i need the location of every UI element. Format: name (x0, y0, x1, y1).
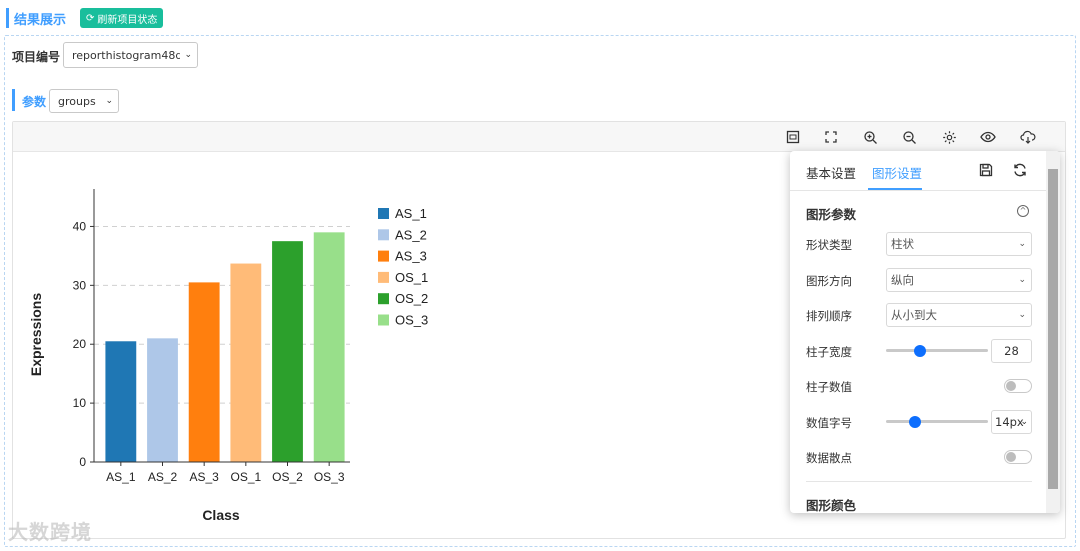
params-select[interactable]: groups ⌄ (49, 89, 119, 113)
project-label: 项目编号 (12, 50, 61, 64)
section-title-graphic-params: 图形参数 (806, 207, 857, 222)
chevron-down-icon: ⌄ (105, 96, 113, 106)
bar-values-toggle[interactable] (1004, 379, 1032, 393)
legend-swatch (378, 314, 389, 326)
y-tick-label: 20 (73, 337, 87, 351)
x-tick-label: OS_1 (230, 470, 261, 484)
watermark-logo: 大数跨境 (8, 520, 92, 544)
font-size-value: 14px (995, 415, 1024, 429)
chevron-down-icon: ⌄ (1018, 239, 1026, 249)
bar-width-input[interactable]: 28 (991, 339, 1032, 363)
zoom-in-icon[interactable] (861, 128, 879, 146)
chart-toolbar (13, 122, 1065, 152)
params-select-value: groups (58, 94, 96, 108)
y-tick-label: 40 (73, 219, 87, 233)
cloud-download-icon[interactable] (1019, 128, 1037, 146)
fullscreen-icon[interactable] (822, 128, 840, 146)
direction-value: 纵向 (891, 273, 914, 287)
order-select[interactable]: 从小到大 ⌄ (886, 303, 1032, 327)
refresh-status-button[interactable]: ⟳ 刷新项目状态 (80, 8, 164, 28)
params-accent (12, 89, 15, 111)
section-divider (806, 481, 1032, 482)
gear-icon[interactable] (940, 128, 958, 146)
collapse-icon[interactable]: ^ (1017, 205, 1029, 217)
legend-label: OS_1 (395, 270, 428, 285)
project-select[interactable]: reporthistogram48d8b2 ⌄ (63, 42, 198, 68)
chevron-down-icon: ⌄ (1018, 310, 1026, 320)
tab-basic-settings[interactable]: 基本设置 (806, 163, 856, 182)
font-size-select[interactable]: 14px ⌄ (991, 410, 1032, 434)
image-icon[interactable] (784, 128, 802, 146)
title-accent (6, 8, 9, 28)
bar-os-1 (230, 263, 262, 462)
order-label: 排列顺序 (806, 309, 852, 323)
section-title-graphic-colors: 图形颜色 (806, 498, 857, 513)
legend-swatch (378, 229, 389, 241)
x-tick-label: OS_2 (272, 470, 303, 484)
header-bar: 结果展示 ⟳ 刷新项目状态 (0, 0, 1080, 34)
active-tab-indicator (868, 188, 922, 190)
bar-as-3 (188, 282, 220, 462)
settings-panel: 基本设置 图形设置 图形参数 ^ 形状类型 柱状 ⌄ 图形方向 纵向 ⌄ 排列顺… (790, 151, 1060, 513)
x-axis-title: Class (202, 507, 240, 523)
x-tick-label: AS_2 (148, 470, 178, 484)
settings-tabs: 基本设置 图形设置 (790, 151, 1046, 191)
x-tick-label: OS_3 (314, 470, 345, 484)
y-tick-label: 30 (73, 278, 87, 292)
bar-width-label: 柱子宽度 (806, 345, 852, 359)
legend-swatch (378, 271, 389, 283)
project-select-value: reporthistogram48d8b2 (72, 48, 180, 62)
tab-graphic-settings[interactable]: 图形设置 (872, 163, 922, 182)
eye-icon[interactable] (979, 128, 997, 146)
page-title: 结果展示 (14, 13, 67, 28)
font-size-slider-thumb[interactable] (908, 415, 921, 428)
y-tick-label: 0 (79, 455, 86, 469)
chevron-down-icon: ⌄ (184, 50, 192, 60)
legend-label: OS_2 (395, 291, 428, 306)
direction-label: 图形方向 (806, 274, 852, 288)
order-value: 从小到大 (891, 308, 937, 322)
y-axis-title: Expressions (28, 293, 44, 376)
bar-os-3 (313, 232, 345, 462)
bar-width-slider[interactable] (886, 344, 988, 357)
scatter-toggle[interactable] (1004, 450, 1032, 464)
bar-width-slider-thumb[interactable] (913, 344, 926, 357)
y-tick-label: 10 (73, 396, 87, 410)
save-icon[interactable] (978, 162, 996, 180)
settings-scrollbar-thumb[interactable] (1048, 169, 1058, 489)
legend-label: AS_3 (395, 249, 427, 264)
shape-type-value: 柱状 (891, 237, 914, 251)
x-tick-label: AS_1 (106, 470, 136, 484)
bar-as-1 (105, 341, 137, 462)
x-tick-label: AS_3 (189, 470, 219, 484)
params-label: 参数 (22, 95, 47, 109)
scatter-label: 数据散点 (806, 451, 852, 465)
legend-swatch (378, 250, 389, 262)
shape-type-select[interactable]: 柱状 ⌄ (886, 232, 1032, 256)
chevron-down-icon: ⌄ (1020, 417, 1028, 427)
chevron-down-icon: ⌄ (1018, 275, 1026, 285)
legend-swatch (378, 293, 389, 305)
legend-swatch (378, 208, 389, 219)
bar-values-label: 柱子数值 (806, 380, 852, 394)
legend-label: OS_3 (395, 313, 428, 328)
reset-icon[interactable] (1012, 162, 1030, 180)
legend-label: AS_1 (395, 206, 427, 221)
bar-os-2 (272, 241, 303, 462)
font-size-label: 数值字号 (806, 416, 852, 430)
bar-as-2 (147, 338, 178, 462)
legend-label: AS_2 (395, 227, 427, 242)
shape-type-label: 形状类型 (806, 238, 852, 252)
direction-select[interactable]: 纵向 ⌄ (886, 268, 1032, 292)
refresh-button-label: 刷新项目状态 (97, 14, 158, 26)
bar-chart: AS_1 AS_2 AS_3 OS_1 OS_2 OS_3 0 10 20 30 40 Class Ex… (28, 189, 428, 523)
refresh-icon: ⟳ (86, 12, 95, 24)
zoom-out-icon[interactable] (900, 128, 918, 146)
font-size-slider[interactable] (886, 415, 988, 428)
